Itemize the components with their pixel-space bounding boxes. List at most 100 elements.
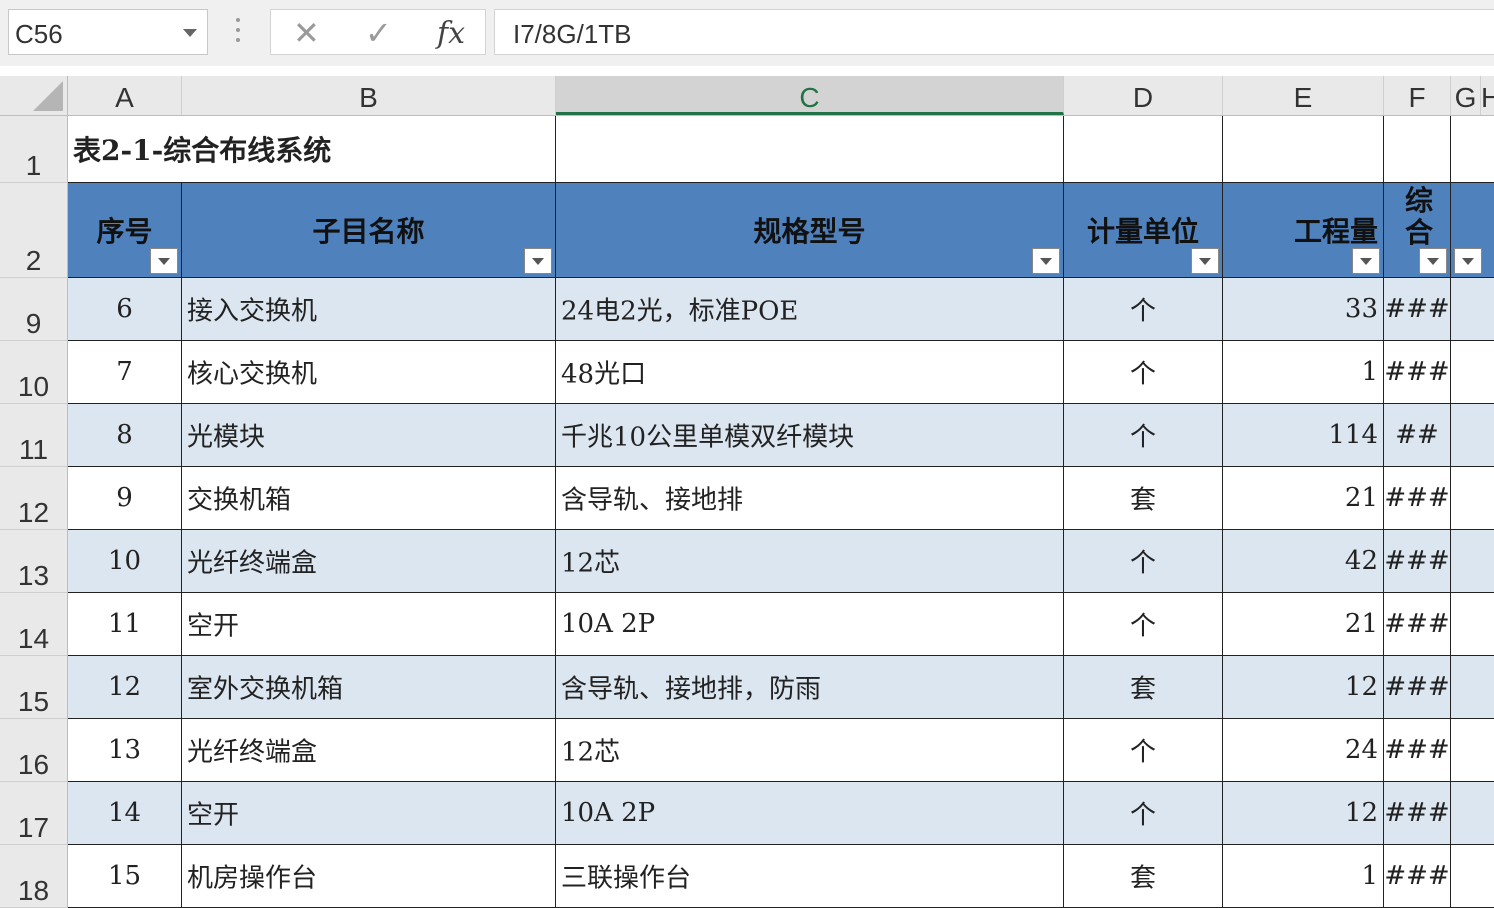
cell-unit[interactable]: 个 xyxy=(1064,593,1223,656)
cell-g[interactable] xyxy=(1451,404,1494,467)
filter-dropdown-icon[interactable] xyxy=(1191,248,1219,274)
more-options-icon[interactable] xyxy=(236,18,242,48)
cell-seq[interactable]: 12 xyxy=(68,656,182,719)
cell-qty[interactable]: 114 xyxy=(1223,404,1384,467)
header-qty[interactable]: 工程量 xyxy=(1223,183,1384,278)
cell-spec[interactable]: 含导轨、接地排 xyxy=(556,467,1064,530)
cell-g[interactable] xyxy=(1451,656,1494,719)
select-all-button[interactable] xyxy=(0,76,68,115)
cell-name[interactable]: 机房操作台 xyxy=(182,845,556,908)
cell-seq[interactable]: 7 xyxy=(68,341,182,404)
cell-spec[interactable]: 含导轨、接地排，防雨 xyxy=(556,656,1064,719)
cell-unit[interactable]: 个 xyxy=(1064,341,1223,404)
cell-f1[interactable] xyxy=(1384,116,1451,183)
filter-dropdown-icon[interactable] xyxy=(1352,248,1380,274)
formula-input[interactable]: I7/8G/1TB xyxy=(494,9,1494,55)
cell-qty[interactable]: 12 xyxy=(1223,782,1384,845)
cell-seq[interactable]: 15 xyxy=(68,845,182,908)
cell-g[interactable] xyxy=(1451,467,1494,530)
cell-g[interactable] xyxy=(1451,782,1494,845)
cell-unit[interactable]: 套 xyxy=(1064,845,1223,908)
header-g[interactable] xyxy=(1451,183,1494,278)
cell-name[interactable]: 空开 xyxy=(182,782,556,845)
cell-unit[interactable]: 套 xyxy=(1064,656,1223,719)
chevron-down-icon[interactable] xyxy=(183,29,197,37)
cell-qty[interactable]: 33 xyxy=(1223,278,1384,341)
cell-seq[interactable]: 11 xyxy=(68,593,182,656)
cell-name[interactable]: 室外交换机箱 xyxy=(182,656,556,719)
filter-dropdown-icon[interactable] xyxy=(150,248,178,274)
cell-g[interactable] xyxy=(1451,593,1494,656)
row-header[interactable]: 13 xyxy=(0,530,68,593)
cell-spec[interactable]: 10A 2P xyxy=(556,782,1064,845)
row-header[interactable]: 9 xyxy=(0,278,68,341)
cell-e1[interactable] xyxy=(1223,116,1384,183)
cell-spec[interactable]: 12芯 xyxy=(556,530,1064,593)
cell-spec[interactable]: 千兆10公里单模双纤模块 xyxy=(556,404,1064,467)
cell-name[interactable]: 接入交换机 xyxy=(182,278,556,341)
cell-spec[interactable]: 48光口 xyxy=(556,341,1064,404)
row-header-1[interactable]: 1 xyxy=(0,116,68,183)
cell-unit[interactable]: 个 xyxy=(1064,782,1223,845)
cell-spec[interactable]: 12芯 xyxy=(556,719,1064,782)
cell-seq[interactable]: 8 xyxy=(68,404,182,467)
cell-qty[interactable]: 21 xyxy=(1223,593,1384,656)
column-header-f[interactable]: F xyxy=(1384,76,1451,115)
cell-qty[interactable]: 42 xyxy=(1223,530,1384,593)
cell-f[interactable]: ### xyxy=(1384,530,1451,593)
column-header-b[interactable]: B xyxy=(182,76,556,115)
cell-f[interactable]: ### xyxy=(1384,845,1451,908)
title-cell[interactable]: 表2-1-综合布线系统 xyxy=(68,116,556,183)
cancel-icon[interactable]: ✕ xyxy=(293,14,320,52)
cell-name[interactable]: 光纤终端盒 xyxy=(182,530,556,593)
cell-spec[interactable]: 三联操作台 xyxy=(556,845,1064,908)
filter-dropdown-icon[interactable] xyxy=(1419,248,1447,274)
cell-f[interactable]: ### xyxy=(1384,278,1451,341)
cell-unit[interactable]: 套 xyxy=(1064,467,1223,530)
cell-f[interactable]: ### xyxy=(1384,593,1451,656)
cell-d1[interactable] xyxy=(1064,116,1223,183)
cell-f[interactable]: ### xyxy=(1384,467,1451,530)
cell-qty[interactable]: 1 xyxy=(1223,341,1384,404)
cell-qty[interactable]: 24 xyxy=(1223,719,1384,782)
insert-function-icon[interactable]: fx xyxy=(437,16,465,51)
cell-f[interactable]: ### xyxy=(1384,341,1451,404)
cell-g[interactable] xyxy=(1451,719,1494,782)
cell-g1[interactable] xyxy=(1451,116,1494,183)
cell-seq[interactable]: 9 xyxy=(68,467,182,530)
column-header-g[interactable]: G xyxy=(1451,76,1481,115)
row-header[interactable]: 16 xyxy=(0,719,68,782)
name-box[interactable]: C56 xyxy=(8,9,208,55)
column-header-a[interactable]: A xyxy=(68,76,182,115)
row-header[interactable]: 11 xyxy=(0,404,68,467)
row-header[interactable]: 15 xyxy=(0,656,68,719)
header-unit[interactable]: 计量单位 xyxy=(1064,183,1223,278)
header-spec[interactable]: 规格型号 xyxy=(556,183,1064,278)
row-header[interactable]: 17 xyxy=(0,782,68,845)
row-header-2[interactable]: 2 xyxy=(0,183,68,278)
cell-f[interactable]: ## xyxy=(1384,404,1451,467)
cell-qty[interactable]: 12 xyxy=(1223,656,1384,719)
cell-unit[interactable]: 个 xyxy=(1064,530,1223,593)
column-header-h[interactable]: H xyxy=(1481,76,1494,115)
cell-f[interactable]: ### xyxy=(1384,719,1451,782)
cell-name[interactable]: 光纤终端盒 xyxy=(182,719,556,782)
row-header[interactable]: 10 xyxy=(0,341,68,404)
cell-unit[interactable]: 个 xyxy=(1064,278,1223,341)
filter-dropdown-icon[interactable] xyxy=(1454,248,1482,274)
cell-seq[interactable]: 13 xyxy=(68,719,182,782)
cell-unit[interactable]: 个 xyxy=(1064,719,1223,782)
cell-c1[interactable] xyxy=(556,116,1064,183)
cell-spec[interactable]: 24电2光，标准POE xyxy=(556,278,1064,341)
row-header[interactable]: 12 xyxy=(0,467,68,530)
cell-name[interactable]: 交换机箱 xyxy=(182,467,556,530)
row-header[interactable]: 18 xyxy=(0,845,68,908)
cell-seq[interactable]: 6 xyxy=(68,278,182,341)
cell-g[interactable] xyxy=(1451,845,1494,908)
cell-name[interactable]: 核心交换机 xyxy=(182,341,556,404)
cell-unit[interactable]: 个 xyxy=(1064,404,1223,467)
cell-name[interactable]: 光模块 xyxy=(182,404,556,467)
cell-g[interactable] xyxy=(1451,341,1494,404)
enter-icon[interactable]: ✓ xyxy=(365,14,392,52)
cell-qty[interactable]: 21 xyxy=(1223,467,1384,530)
